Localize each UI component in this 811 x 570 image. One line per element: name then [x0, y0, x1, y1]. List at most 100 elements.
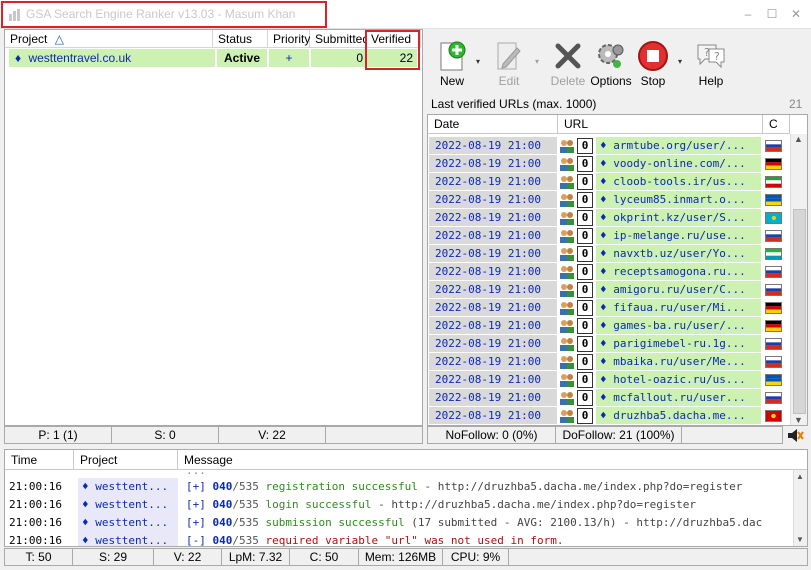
delete-button[interactable]: Delete	[548, 36, 588, 92]
new-button[interactable]: New	[434, 36, 470, 92]
options-label: Options	[590, 74, 632, 88]
url-row[interactable]: 2022-08-19 21:00 0 ♦ mcfallout.ru/user...	[428, 389, 790, 407]
delete-x-icon	[555, 43, 581, 69]
column-header-status[interactable]: Status	[213, 30, 268, 48]
url-link[interactable]: ♦ games-ba.ru/user/...	[596, 317, 761, 334]
url-link[interactable]: ♦ fifaua.ru/user/Mi...	[596, 299, 761, 316]
status-connections: C: 50	[290, 549, 359, 565]
url-date: 2022-08-19 21:00	[429, 173, 557, 190]
url-date: 2022-08-19 21:00	[429, 353, 557, 370]
log-scroll-down-icon[interactable]: ▼	[796, 535, 804, 544]
speaker-muted-icon[interactable]	[786, 427, 804, 444]
url-link[interactable]: ♦ armtube.org/user/...	[596, 137, 761, 154]
project-list[interactable]: Project △ Status Priority Submitted Veri…	[4, 29, 423, 426]
country-flag-icon	[765, 302, 782, 314]
url-row[interactable]: 2022-08-19 21:00 0 ♦ fifaua.ru/user/Mi...	[428, 299, 790, 317]
maximize-button[interactable]: ☐	[764, 6, 780, 22]
log-row[interactable]: 21:00:16 ♦ westtent... [+] 040/535 login s…	[5, 496, 795, 514]
url-row[interactable]: 2022-08-19 21:00 0 ♦ cloob-tools.ir/us...	[428, 173, 790, 191]
url-link[interactable]: ♦ hotel-oazic.ru/us...	[596, 371, 761, 388]
log-scrollbar[interactable]: ▲ ▼	[793, 470, 807, 546]
url-row[interactable]: 2022-08-19 21:00 0 ♦ lyceum85.inmart.o...	[428, 191, 790, 209]
column-header-submitted[interactable]: Submitted	[310, 30, 369, 48]
column-header-url[interactable]: URL	[558, 115, 763, 134]
column-header-date[interactable]: Date	[428, 115, 558, 134]
log-panel[interactable]: Time Project Message ... 21:00:16 ♦ westte…	[4, 449, 808, 547]
country-flag-icon	[765, 140, 782, 152]
log-url: - http://druzhba5.dacha.me/index.php?do=…	[371, 498, 696, 511]
url-row[interactable]: 2022-08-19 21:00 0 ♦ navxtb.uz/user/Yo...	[428, 245, 790, 263]
country-flag-icon	[765, 266, 782, 278]
url-row[interactable]: 2022-08-19 21:00 0 ♦ armtube.org/user/...	[428, 137, 790, 155]
stop-button[interactable]: Stop	[636, 36, 670, 92]
url-date: 2022-08-19 21:00	[429, 299, 557, 316]
url-date: 2022-08-19 21:00	[429, 209, 557, 226]
edit-dropdown-icon[interactable]: ▾	[535, 57, 539, 66]
url-link[interactable]: ♦ amigoru.ru/user/C...	[596, 281, 761, 298]
log-time: 21:00:16	[9, 498, 62, 511]
status-verified: V: 22	[219, 427, 326, 443]
scroll-up-icon[interactable]: ▲	[794, 134, 803, 144]
url-row[interactable]: 2022-08-19 21:00 0 ♦ ip-melange.ru/use...	[428, 227, 790, 245]
title-bar: GSA Search Engine Ranker v13.03 - Masum …	[0, 0, 811, 29]
url-count: 0	[577, 354, 593, 370]
log-header-message[interactable]: Message	[178, 450, 807, 470]
close-button[interactable]: ✕	[788, 6, 804, 22]
url-link[interactable]: ♦ voody-online.com/...	[596, 155, 761, 172]
log-header-time[interactable]: Time	[5, 450, 74, 470]
log-header-project[interactable]: Project	[74, 450, 178, 470]
log-row[interactable]: 21:00:16 ♦ westtent... [+] 040/535 registr…	[5, 478, 795, 496]
url-row[interactable]: 2022-08-19 21:00 0 ♦ voody-online.com/...	[428, 155, 790, 173]
stop-dropdown-icon[interactable]: ▾	[678, 57, 682, 66]
log-project: ♦ westtent...	[78, 532, 178, 546]
column-header-project[interactable]: Project △	[5, 30, 213, 48]
help-button[interactable]: ?? Help	[694, 36, 728, 92]
url-row[interactable]: 2022-08-19 21:00 0 ♦ parigimebel-ru.1g...	[428, 335, 790, 353]
users-icon	[560, 230, 574, 243]
url-link[interactable]: ♦ parigimebel-ru.1g...	[596, 335, 761, 352]
log-message: [-] 040/535 required variable "url" was …	[182, 532, 802, 547]
url-link[interactable]: ♦ okprint.kz/user/S...	[596, 209, 761, 226]
log-row[interactable]: 21:00:16 ♦ westtent... [+] 040/535 submiss…	[5, 514, 795, 532]
log-url: (17 submitted - AVG: 2100.13/h) - http:/…	[404, 516, 763, 529]
url-row[interactable]: 2022-08-19 21:00 0 ♦ receptsamogona.ru...	[428, 263, 790, 281]
minimize-button[interactable]: –	[740, 6, 756, 22]
url-count: 0	[577, 156, 593, 172]
country-flag-icon	[765, 284, 782, 296]
project-bullet-icon: ♦	[15, 51, 22, 65]
url-link[interactable]: ♦ navxtb.uz/user/Yo...	[596, 245, 761, 262]
edit-button[interactable]: Edit	[490, 36, 528, 92]
url-count: 0	[577, 336, 593, 352]
verified-url-list[interactable]: Date URL C 2022-08-19 21:00 0 ♦ armtube.or…	[427, 114, 808, 426]
url-row[interactable]: 2022-08-19 21:00 0 ♦ games-ba.ru/user/...	[428, 317, 790, 335]
vertical-scrollbar[interactable]: ▲ ▼	[790, 134, 807, 425]
log-progress: 040	[212, 534, 233, 547]
url-link[interactable]: ♦ mcfallout.ru/user...	[596, 389, 761, 406]
dofollow-status: DoFollow: 21 (100%)	[556, 427, 682, 443]
options-button[interactable]: Options	[590, 36, 632, 92]
log-text: login successful	[265, 498, 372, 511]
url-link[interactable]: ♦ mbaika.ru/user/Me...	[596, 353, 761, 370]
log-scroll-up-icon[interactable]: ▲	[796, 472, 804, 481]
column-header-priority[interactable]: Priority	[268, 30, 310, 48]
url-link[interactable]: ♦ cloob-tools.ir/us...	[596, 173, 761, 190]
new-document-icon	[440, 41, 466, 71]
log-text: registration successful	[265, 480, 418, 493]
new-dropdown-icon[interactable]: ▾	[476, 57, 480, 66]
scrollbar-thumb[interactable]	[793, 209, 806, 414]
project-status: Active	[217, 49, 267, 67]
url-link[interactable]: ♦ ip-melange.ru/use...	[596, 227, 761, 244]
log-row[interactable]: 21:00:16 ♦ westtent... [-] 040/535 require…	[5, 532, 795, 546]
url-row[interactable]: 2022-08-19 21:00 0 ♦ druzhba5.dacha.me...	[428, 407, 790, 425]
column-header-country[interactable]: C	[763, 115, 790, 134]
edit-label: Edit	[498, 74, 520, 88]
url-link[interactable]: ♦ receptsamogona.ru...	[596, 263, 761, 280]
url-link[interactable]: ♦ druzhba5.dacha.me...	[596, 407, 761, 424]
url-row[interactable]: 2022-08-19 21:00 0 ♦ mbaika.ru/user/Me...	[428, 353, 790, 371]
scroll-down-icon[interactable]: ▼	[794, 415, 803, 425]
url-count: 0	[577, 174, 593, 190]
url-row[interactable]: 2022-08-19 21:00 0 ♦ amigoru.ru/user/C...	[428, 281, 790, 299]
url-row[interactable]: 2022-08-19 21:00 0 ♦ okprint.kz/user/S...	[428, 209, 790, 227]
url-row[interactable]: 2022-08-19 21:00 0 ♦ hotel-oazic.ru/us...	[428, 371, 790, 389]
url-link[interactable]: ♦ lyceum85.inmart.o...	[596, 191, 761, 208]
